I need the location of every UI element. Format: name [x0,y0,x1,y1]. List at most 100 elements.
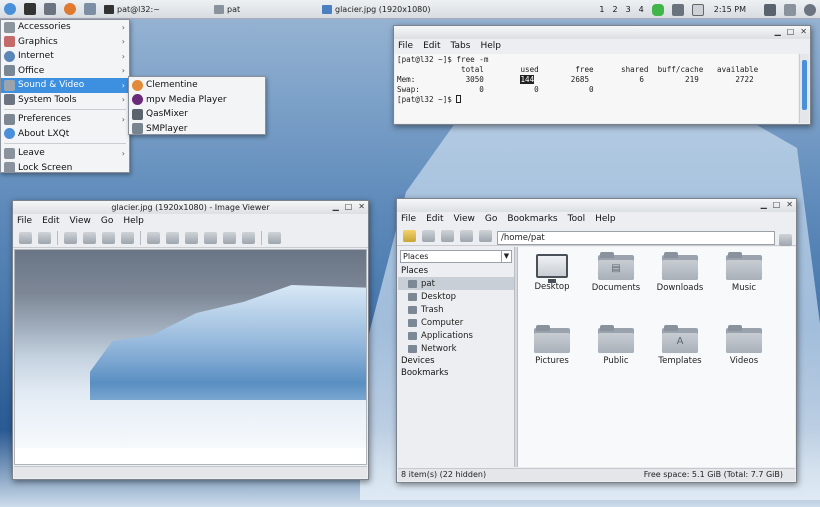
menu-help[interactable]: Help [123,216,144,226]
menu-item-system-tools[interactable]: System Tools › [1,93,129,108]
network-icon[interactable] [671,3,684,16]
copy-icon[interactable] [102,231,115,244]
minimize-icon[interactable]: ▁ [775,27,781,36]
clock[interactable]: 2:15 PM [714,5,746,14]
side-pane-mode-select[interactable]: Places ▼ [400,250,512,263]
rotate-clockwise-icon[interactable] [147,231,160,244]
zoom-in-icon[interactable] [185,231,198,244]
submenu-item-clementine[interactable]: Clementine [129,78,265,93]
place-trash[interactable]: Trash [398,303,514,316]
file-item-music[interactable]: Music [714,252,774,293]
terminal-launcher-icon[interactable] [24,3,36,15]
maximize-icon[interactable]: □ [345,202,353,211]
terminal-output[interactable]: [pat@l32 ~]$ free -m total used free sha… [395,54,798,123]
scrollbar-thumb[interactable] [802,60,807,110]
zoom-original-icon[interactable] [242,231,255,244]
task-file-manager[interactable]: pat [210,2,318,17]
volume-icon[interactable] [764,3,776,16]
place-desktop[interactable]: Desktop [398,290,514,303]
menu-item-accessories[interactable]: Accessories › [1,20,129,35]
menu-file[interactable]: File [398,41,413,51]
close-icon[interactable]: ✕ [358,202,365,211]
back-icon[interactable] [422,229,435,242]
menu-edit[interactable]: Edit [42,216,59,226]
open-file-icon[interactable] [64,231,77,244]
file-item-public[interactable]: Public [586,325,646,366]
image-viewer-titlebar[interactable]: glacier.jpg (1920x1080) - Image Viewer ▁… [13,201,368,214]
zoom-out-icon[interactable] [204,231,217,244]
battery-icon[interactable] [691,3,704,16]
menu-item-lock-screen[interactable]: Lock Screen [1,161,129,176]
file-item-downloads[interactable]: Downloads [650,252,710,293]
file-item-desktop[interactable]: Desktop [522,252,582,292]
minimize-icon[interactable]: ▁ [761,200,767,209]
chevron-down-icon[interactable]: ▼ [501,251,511,262]
browser-launcher-icon[interactable] [64,3,76,15]
menu-edit[interactable]: Edit [426,214,443,224]
menu-help[interactable]: Help [480,41,501,51]
maximize-icon[interactable]: □ [787,27,795,36]
menu-help[interactable]: Help [595,214,616,224]
file-item-templates[interactable]: A Templates [650,325,710,366]
home-icon[interactable] [479,229,492,242]
devices-heading[interactable]: Devices [398,355,514,367]
up-icon[interactable] [460,229,473,242]
show-desktop-icon[interactable] [84,3,96,15]
file-item-pictures[interactable]: Pictures [522,325,582,366]
file-item-videos[interactable]: Videos [714,325,774,366]
image-canvas[interactable] [14,249,367,465]
desktop-switch-2[interactable]: 2 [612,5,617,14]
maximize-icon[interactable]: □ [773,200,781,209]
notification-icon[interactable] [651,3,664,16]
desktop-switch-4[interactable]: 4 [639,5,644,14]
file-item-documents[interactable]: ▤ Documents [586,252,646,293]
menu-item-leave[interactable]: Leave › [1,146,129,161]
save-icon[interactable] [83,231,96,244]
submenu-item-smplayer[interactable]: SMPlayer [129,122,265,137]
place-applications[interactable]: Applications [398,329,514,342]
menu-view[interactable]: View [454,214,475,224]
menu-item-internet[interactable]: Internet › [1,49,129,64]
start-menu-icon[interactable] [4,3,16,15]
power-icon[interactable] [804,3,816,16]
task-image-viewer[interactable]: glacier.jpg (1920x1080) [318,2,468,17]
file-manager-titlebar[interactable]: ▁ □ ✕ [397,199,796,212]
menu-tabs[interactable]: Tabs [451,41,471,51]
submenu-item-mpv[interactable]: mpv Media Player [129,93,265,108]
menu-tool[interactable]: Tool [568,214,585,224]
close-icon[interactable]: ✕ [800,27,807,36]
close-icon[interactable]: ✕ [786,200,793,209]
place-network[interactable]: Network [398,342,514,355]
terminal-scrollbar[interactable] [799,54,809,123]
bookmarks-heading[interactable]: Bookmarks [398,367,514,379]
rotate-counterclockwise-icon[interactable] [166,231,179,244]
menu-edit[interactable]: Edit [423,41,440,51]
minimize-icon[interactable]: ▁ [333,202,339,211]
menu-item-graphics[interactable]: Graphics › [1,35,129,50]
keyboard-icon[interactable] [784,3,796,16]
place-pat[interactable]: pat [398,277,514,290]
zoom-fit-icon[interactable] [223,231,236,244]
menu-item-about[interactable]: About LXQt [1,127,129,142]
menu-file[interactable]: File [17,216,32,226]
go-icon[interactable] [779,234,792,246]
menu-bookmarks[interactable]: Bookmarks [507,214,557,224]
menu-file[interactable]: File [401,214,416,224]
menu-item-sound-video[interactable]: Sound & Video › [1,78,129,93]
delete-icon[interactable] [121,231,134,244]
task-terminal[interactable]: pat@l32:~ [100,2,210,17]
previous-icon[interactable] [19,231,32,244]
place-computer[interactable]: Computer [398,316,514,329]
menu-go[interactable]: Go [101,216,113,226]
path-input[interactable]: /home/pat [497,231,775,245]
forward-icon[interactable] [441,229,454,242]
menu-item-office[interactable]: Office › [1,64,129,79]
desktop-switch-3[interactable]: 3 [626,5,631,14]
menu-go[interactable]: Go [485,214,497,224]
desktop-switch-1[interactable]: 1 [599,5,604,14]
submenu-item-qasmixer[interactable]: QasMixer [129,107,265,122]
menu-view[interactable]: View [70,216,91,226]
terminal-titlebar[interactable]: ▁ □ ✕ [394,26,810,39]
menu-item-preferences[interactable]: Preferences › [1,112,129,127]
fullscreen-icon[interactable] [268,231,281,244]
